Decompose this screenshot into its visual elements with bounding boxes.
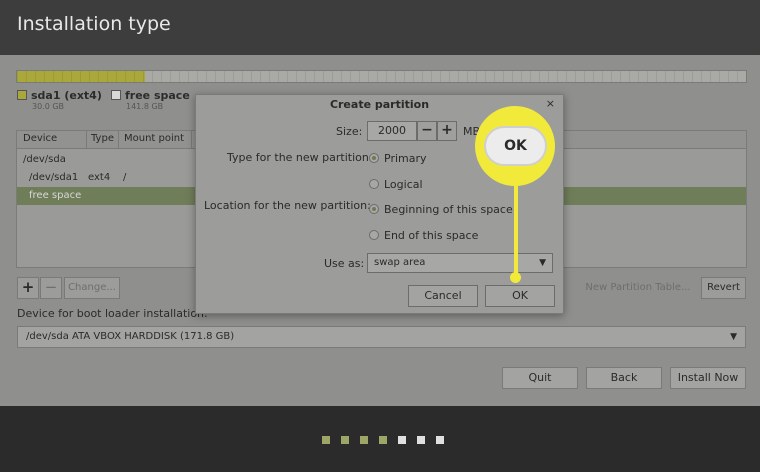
size-decrement-button[interactable]: −: [417, 121, 437, 141]
legend-size: 141.8 GB: [126, 102, 164, 111]
cell-mount: /: [123, 172, 127, 183]
column-header-device[interactable]: Device: [23, 133, 57, 144]
radio-label: Primary: [384, 152, 427, 165]
install-now-button[interactable]: Install Now: [670, 367, 746, 389]
radio-end[interactable]: End of this space: [369, 229, 478, 242]
radio-selected-icon: [369, 204, 379, 214]
disk-usage-bar: [16, 70, 747, 83]
legend-size: 30.0 GB: [32, 102, 65, 111]
size-input[interactable]: 2000: [367, 121, 417, 141]
radio-selected-icon: [369, 153, 379, 163]
title-bar: Installation type: [0, 0, 760, 55]
partition-location-label: Location for the new partition:: [204, 199, 371, 212]
ok-button[interactable]: OK: [485, 285, 555, 307]
progress-dot: [398, 436, 406, 444]
cell-type: ext4: [88, 172, 111, 183]
quit-button[interactable]: Quit: [502, 367, 578, 389]
cancel-button[interactable]: Cancel: [408, 285, 478, 307]
change-partition-button[interactable]: Change...: [64, 277, 120, 299]
partition-type-label: Type for the new partition:: [227, 151, 373, 164]
callout-connector: [514, 186, 518, 276]
radio-label: Beginning of this space: [384, 203, 513, 216]
size-label: Size:: [336, 125, 363, 138]
column-divider: [191, 131, 192, 149]
revert-button[interactable]: Revert: [701, 277, 746, 299]
radio-label: End of this space: [384, 229, 479, 242]
cell-device: /dev/sda: [23, 154, 66, 165]
use-as-select[interactable]: swap area ▼: [367, 253, 553, 273]
close-icon[interactable]: ×: [546, 97, 555, 110]
radio-primary[interactable]: Primary: [369, 152, 427, 165]
legend-sda1: sda1 (ext4) 30.0 GB: [17, 89, 102, 111]
bootloader-value: /dev/sda ATA VBOX HARDDISK (171.8 GB): [26, 331, 235, 342]
column-divider: [86, 131, 87, 149]
add-partition-button[interactable]: +: [17, 277, 39, 299]
chevron-down-icon: ▼: [730, 332, 737, 342]
column-header-mount-point[interactable]: Mount point: [124, 133, 184, 144]
column-divider: [118, 131, 119, 149]
legend-name: free space: [125, 89, 190, 102]
callout-pointer-dot: [510, 272, 521, 283]
progress-dot: [436, 436, 444, 444]
radio-logical[interactable]: Logical: [369, 178, 423, 191]
progress-dot: [417, 436, 425, 444]
radio-label: Logical: [384, 178, 423, 191]
progress-dot: [360, 436, 368, 444]
chevron-down-icon: ▼: [539, 258, 546, 268]
use-as-label: Use as:: [324, 257, 365, 270]
progress-dot: [341, 436, 349, 444]
disk-usage-sda1: [17, 71, 145, 82]
legend-name: sda1 (ext4): [31, 89, 102, 102]
new-partition-table-button[interactable]: New Partition Table...: [580, 277, 696, 299]
progress-dot: [379, 436, 387, 444]
bootloader-select[interactable]: /dev/sda ATA VBOX HARDDISK (171.8 GB) ▼: [17, 326, 746, 348]
radio-unselected-icon: [369, 179, 379, 189]
cell-device: free space: [29, 190, 82, 201]
column-header-type[interactable]: Type: [91, 133, 114, 144]
radio-beginning[interactable]: Beginning of this space: [369, 203, 513, 216]
back-button[interactable]: Back: [586, 367, 662, 389]
cell-device: /dev/sda1: [29, 172, 79, 183]
progress-dot: [322, 436, 330, 444]
use-as-value: swap area: [374, 257, 426, 268]
bootloader-label: Device for boot loader installation:: [17, 307, 208, 320]
legend-swatch-sda1: [17, 90, 27, 100]
callout-ok-magnified: OK: [484, 126, 547, 166]
window-title: Installation type: [17, 13, 171, 35]
legend-swatch-free: [111, 90, 121, 100]
legend-free-space: free space 141.8 GB: [111, 89, 190, 111]
radio-unselected-icon: [369, 230, 379, 240]
size-increment-button[interactable]: +: [437, 121, 457, 141]
remove-partition-button[interactable]: −: [40, 277, 62, 299]
